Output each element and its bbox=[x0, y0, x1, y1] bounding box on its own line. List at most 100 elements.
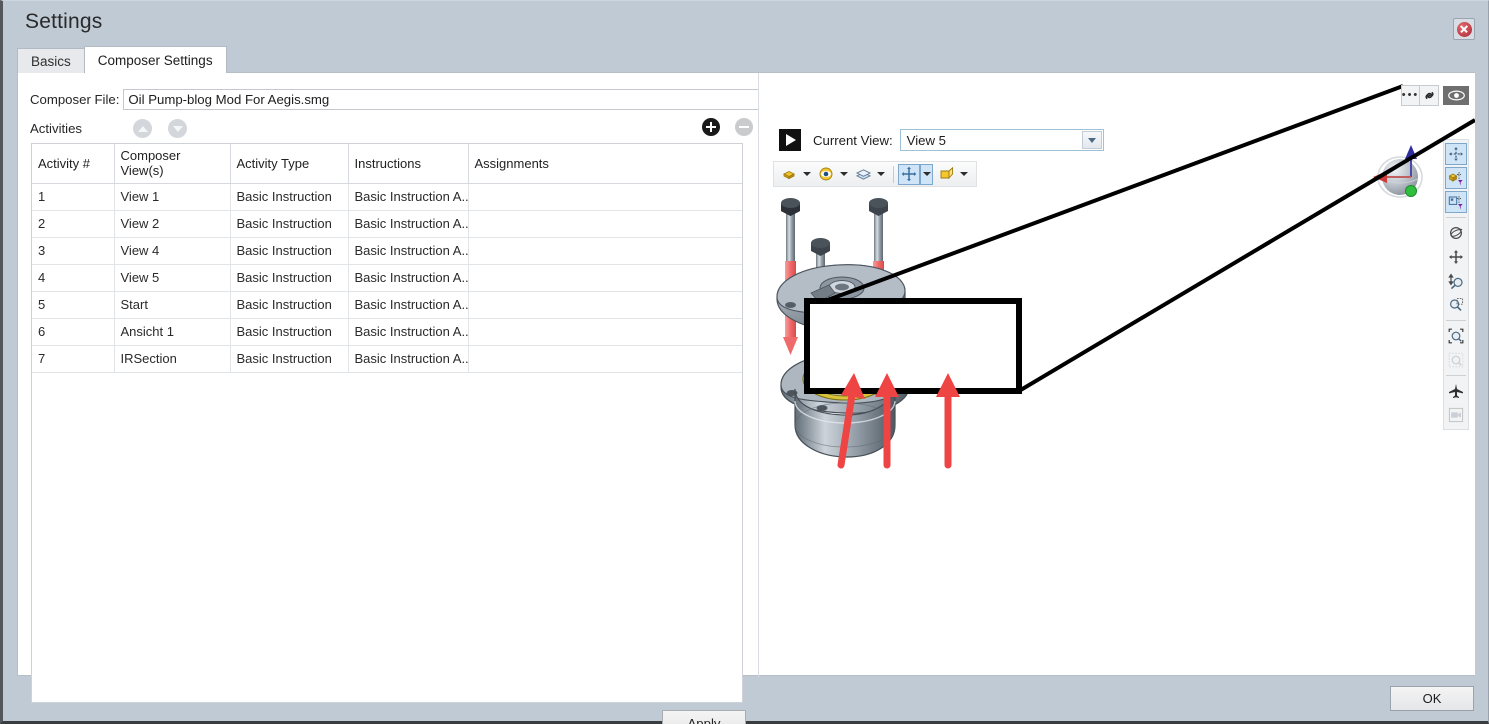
model-viewport[interactable] bbox=[759, 189, 1475, 675]
close-icon[interactable] bbox=[1453, 18, 1475, 40]
cell-composer-view[interactable]: IRSection bbox=[114, 346, 230, 373]
layers-caret[interactable] bbox=[874, 164, 887, 185]
layers-icon[interactable] bbox=[852, 164, 874, 185]
cell-composer-view[interactable]: View 4 bbox=[114, 238, 230, 265]
table-row[interactable]: 4View 5Basic InstructionBasic Instructio… bbox=[32, 265, 742, 292]
cell-instructions[interactable]: Basic Instruction A... bbox=[348, 184, 468, 211]
chain-link-icon[interactable] bbox=[1420, 86, 1438, 105]
rotate-icon[interactable] bbox=[1445, 222, 1467, 244]
paint-tool-icon[interactable] bbox=[935, 164, 957, 185]
cell-instructions[interactable]: Basic Instruction A... bbox=[348, 319, 468, 346]
table-row[interactable]: 1View 1Basic InstructionBasic Instructio… bbox=[32, 184, 742, 211]
move-tool-caret[interactable] bbox=[920, 164, 933, 185]
zoom-previous-icon[interactable] bbox=[1445, 349, 1467, 371]
cell-assignments[interactable] bbox=[468, 319, 742, 346]
activities-label: Activities bbox=[30, 121, 82, 136]
cell-assignments[interactable] bbox=[468, 265, 742, 292]
move-crosshair-glyph bbox=[901, 166, 917, 182]
cell-instructions[interactable]: Basic Instruction A... bbox=[348, 292, 468, 319]
chain-link-glyph bbox=[1423, 89, 1436, 102]
activities-table-container[interactable]: Activity # Composer View(s) Activity Typ… bbox=[31, 143, 743, 703]
cell-activity-type[interactable]: Basic Instruction bbox=[230, 319, 348, 346]
cell-activity-type[interactable]: Basic Instruction bbox=[230, 184, 348, 211]
paint-tool-caret[interactable] bbox=[957, 164, 970, 185]
visibility-caret[interactable] bbox=[837, 164, 850, 185]
ok-button[interactable]: OK bbox=[1390, 686, 1474, 711]
move-tool bbox=[898, 164, 933, 185]
current-view-row: Current View: View 5 bbox=[779, 129, 1104, 151]
table-row[interactable]: 3View 4Basic InstructionBasic Instructio… bbox=[32, 238, 742, 265]
ellipsis-open-icon[interactable]: ••• bbox=[1402, 86, 1420, 105]
move-tool-icon[interactable] bbox=[898, 164, 920, 185]
table-row[interactable]: 5StartBasic InstructionBasic Instruction… bbox=[32, 292, 742, 319]
table-row[interactable]: 7IRSectionBasic InstructionBasic Instruc… bbox=[32, 346, 742, 373]
current-view-dropdown[interactable]: View 5 bbox=[900, 129, 1104, 151]
cell-instructions[interactable]: Basic Instruction A... bbox=[348, 211, 468, 238]
zoom-fit-icon[interactable] bbox=[1445, 325, 1467, 347]
cell-composer-view[interactable]: Start bbox=[114, 292, 230, 319]
select-assembly-filter-icon[interactable] bbox=[1445, 191, 1467, 213]
cell-activity-type[interactable]: Basic Instruction bbox=[230, 292, 348, 319]
cell-assignments[interactable] bbox=[468, 346, 742, 373]
chevron-down-icon[interactable] bbox=[1082, 131, 1102, 149]
apply-button[interactable]: Apply bbox=[662, 710, 746, 724]
cell-activity-number[interactable]: 6 bbox=[32, 319, 114, 346]
table-row[interactable]: 6Ansicht 1Basic InstructionBasic Instruc… bbox=[32, 319, 742, 346]
rotate-glyph bbox=[1448, 225, 1464, 241]
pan-move-icon[interactable] bbox=[1445, 143, 1467, 165]
cell-composer-view[interactable]: View 2 bbox=[114, 211, 230, 238]
play-glyph bbox=[786, 134, 796, 146]
close-glyph bbox=[1457, 22, 1472, 37]
cell-composer-view[interactable]: Ansicht 1 bbox=[114, 319, 230, 346]
tab-basics[interactable]: Basics bbox=[17, 48, 85, 73]
cell-activity-number[interactable]: 7 bbox=[32, 346, 114, 373]
page-title: Settings bbox=[25, 10, 102, 34]
arrow-down-circle-icon[interactable] bbox=[168, 119, 187, 138]
cell-activity-type[interactable]: Basic Instruction bbox=[230, 346, 348, 373]
select-part-filter-icon[interactable] bbox=[1445, 167, 1467, 189]
capture-video-icon[interactable] bbox=[1445, 404, 1467, 426]
cell-assignments[interactable] bbox=[468, 238, 742, 265]
cell-activity-number[interactable]: 4 bbox=[32, 265, 114, 292]
cell-assignments[interactable] bbox=[468, 184, 742, 211]
arrow-down-glyph bbox=[173, 126, 183, 132]
visibility-eye-icon[interactable] bbox=[815, 164, 837, 185]
cell-assignments[interactable] bbox=[468, 211, 742, 238]
cell-activity-number[interactable]: 1 bbox=[32, 184, 114, 211]
paint-tool bbox=[935, 164, 970, 185]
arrow-up-glyph bbox=[138, 126, 148, 132]
cell-activity-number[interactable]: 5 bbox=[32, 292, 114, 319]
column-header-activity-num[interactable]: Activity # bbox=[32, 144, 114, 184]
render-mode-icon[interactable] bbox=[778, 164, 800, 185]
column-header-assignments[interactable]: Assignments bbox=[468, 144, 742, 184]
fly-through-icon[interactable] bbox=[1445, 380, 1467, 402]
cell-activity-type[interactable]: Basic Instruction bbox=[230, 265, 348, 292]
eye-preview-icon[interactable] bbox=[1443, 86, 1469, 105]
zoom-window-icon[interactable] bbox=[1445, 294, 1467, 316]
tab-composer-settings[interactable]: Composer Settings bbox=[84, 46, 227, 73]
table-row[interactable]: 2View 2Basic InstructionBasic Instructio… bbox=[32, 211, 742, 238]
cell-activity-number[interactable]: 3 bbox=[32, 238, 114, 265]
tab-strip: Basics Composer Settings bbox=[17, 47, 226, 73]
arrow-up-circle-icon[interactable] bbox=[133, 119, 152, 138]
cell-activity-type[interactable]: Basic Instruction bbox=[230, 238, 348, 265]
cell-instructions[interactable]: Basic Instruction A... bbox=[348, 265, 468, 292]
render-mode-caret[interactable] bbox=[800, 164, 813, 185]
cell-activity-type[interactable]: Basic Instruction bbox=[230, 211, 348, 238]
cell-composer-view[interactable]: View 5 bbox=[114, 265, 230, 292]
column-header-instructions[interactable]: Instructions bbox=[348, 144, 468, 184]
cell-instructions[interactable]: Basic Instruction A... bbox=[348, 346, 468, 373]
play-icon[interactable] bbox=[779, 129, 801, 151]
pan-icon[interactable] bbox=[1445, 246, 1467, 268]
column-header-activity-type[interactable]: Activity Type bbox=[230, 144, 348, 184]
chevron-glyph bbox=[1088, 138, 1096, 143]
cell-instructions[interactable]: Basic Instruction A... bbox=[348, 238, 468, 265]
plus-circle-icon[interactable] bbox=[702, 118, 720, 136]
view-orientation-gizmo-icon[interactable] bbox=[1365, 141, 1435, 211]
cell-assignments[interactable] bbox=[468, 292, 742, 319]
zoom-vertical-icon[interactable] bbox=[1445, 270, 1467, 292]
minus-circle-icon[interactable] bbox=[735, 118, 753, 136]
cell-activity-number[interactable]: 2 bbox=[32, 211, 114, 238]
column-header-composer-views[interactable]: Composer View(s) bbox=[114, 144, 230, 184]
cell-composer-view[interactable]: View 1 bbox=[114, 184, 230, 211]
